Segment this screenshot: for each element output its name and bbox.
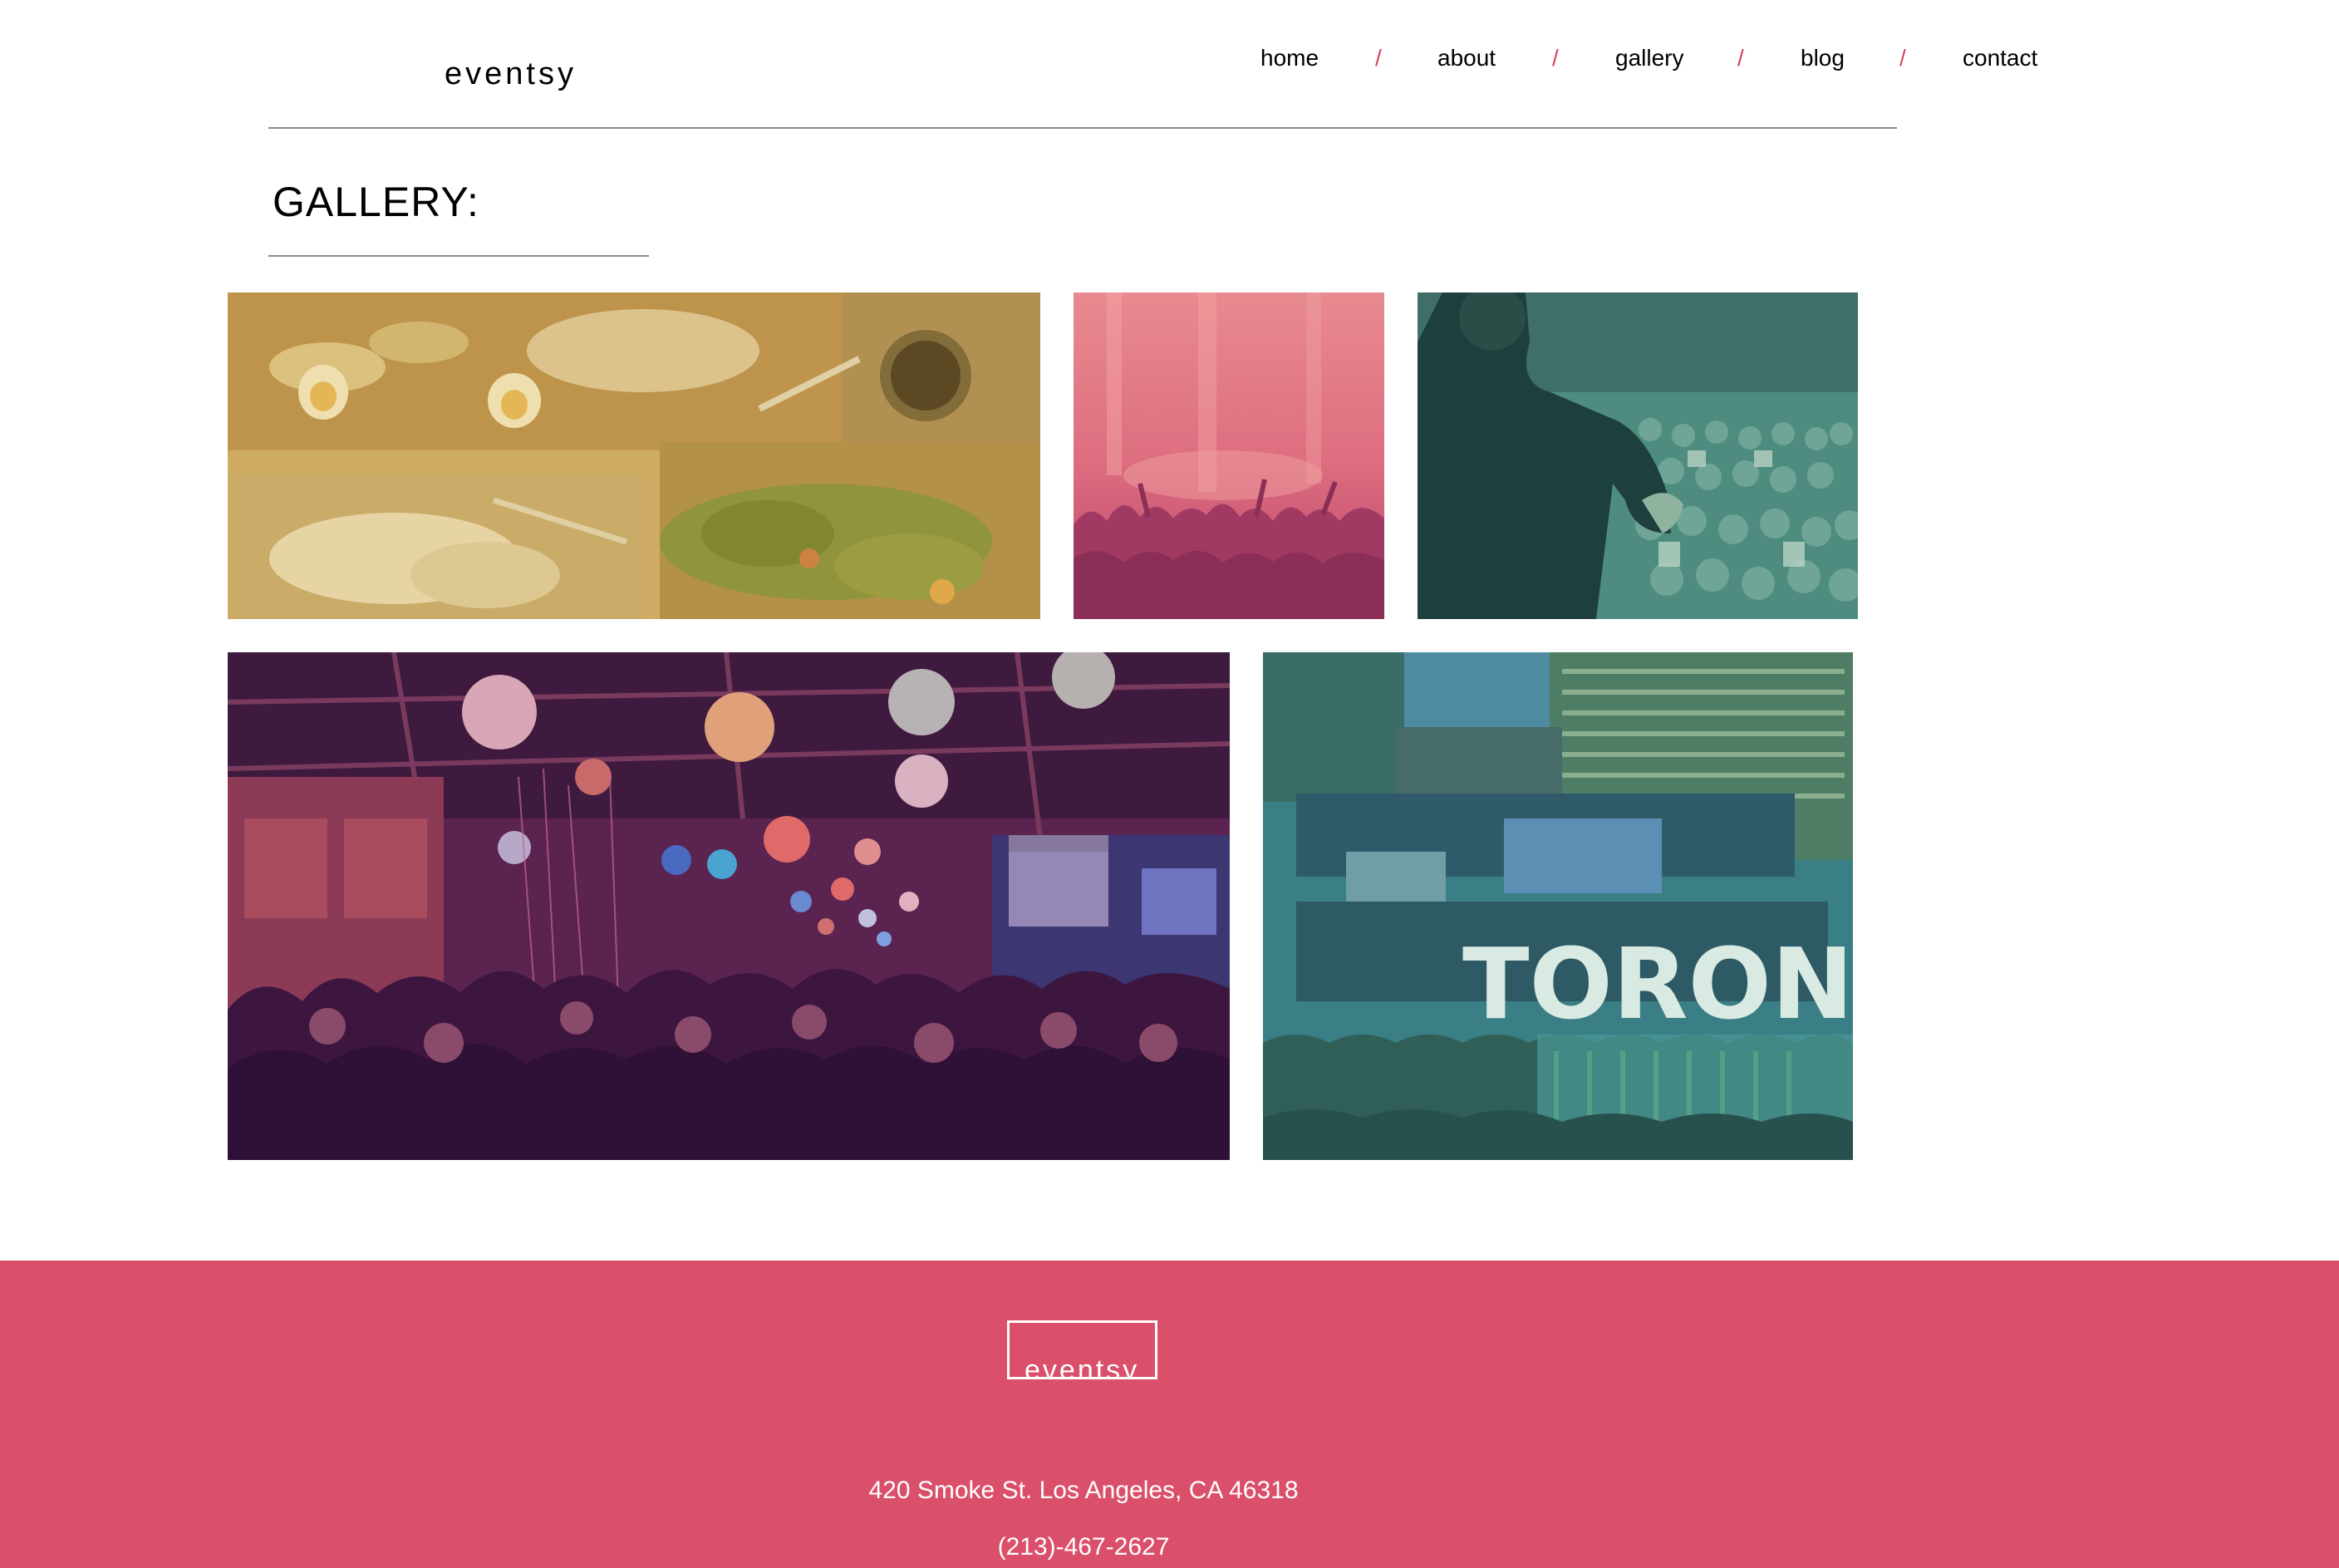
gallery-photo-toronto[interactable]: TORONTO	[1263, 652, 1853, 1160]
nav-contact[interactable]: contact	[1963, 47, 2037, 70]
nav-separator: /	[1552, 45, 1559, 71]
gallery-photo-speaker[interactable]	[1418, 292, 1858, 619]
hall-photo-image	[228, 652, 1230, 1160]
food-photo-image	[228, 292, 1040, 619]
footer-logo-text: eventsy	[1025, 1354, 1140, 1379]
site-footer: eventsy 420 Smoke St. Los Angeles, CA 46…	[0, 1261, 2339, 1568]
main-nav: home / about / gallery / blog / contact	[0, 47, 2339, 80]
footer-phone: (213)-467-2627	[997, 1533, 1170, 1561]
nav-separator: /	[1899, 45, 1906, 71]
gallery-photo-hall[interactable]	[228, 652, 1230, 1160]
footer-address: 420 Smoke St. Los Angeles, CA 46318	[868, 1477, 1299, 1504]
nav-gallery[interactable]: gallery	[1615, 47, 1683, 70]
toronto-sign-text: TORONTO	[1462, 927, 1853, 1041]
footer-logo[interactable]: eventsy	[1007, 1320, 1157, 1379]
header-divider	[268, 127, 1897, 129]
nav-blog[interactable]: blog	[1801, 47, 1845, 70]
nav-separator: /	[1375, 45, 1382, 71]
concert-photo-image	[1074, 292, 1384, 619]
toronto-photo-image: TORONTO	[1263, 652, 1853, 1160]
nav-about[interactable]: about	[1437, 47, 1496, 70]
nav-separator: /	[1737, 45, 1744, 71]
title-divider	[268, 255, 649, 257]
nav-home[interactable]: home	[1260, 47, 1319, 70]
gallery-photo-food[interactable]	[228, 292, 1040, 619]
page-title: GALLERY:	[273, 179, 479, 225]
speaker-photo-image	[1418, 292, 1858, 619]
gallery-photo-concert[interactable]	[1074, 292, 1384, 619]
